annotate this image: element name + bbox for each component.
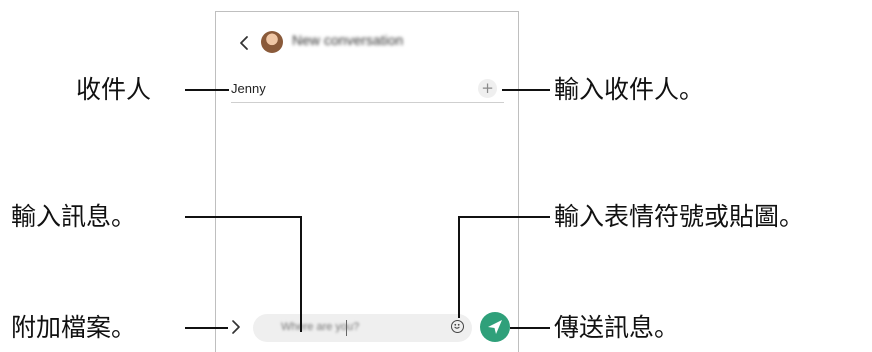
- callout-line-enter-recipient: [502, 89, 550, 91]
- emoji-icon[interactable]: [451, 320, 464, 333]
- back-icon[interactable]: [237, 35, 251, 51]
- send-icon: [488, 320, 502, 334]
- callout-enter-recipient: 輸入收件人。: [554, 75, 705, 104]
- message-input[interactable]: Where are you?: [253, 314, 472, 342]
- callout-recipient: 收件人: [76, 75, 152, 104]
- callout-line-enter-message-v: [300, 216, 302, 332]
- callout-line-enter-emoji-v: [458, 216, 460, 318]
- avatar: [261, 31, 283, 53]
- callout-line-recipient: [185, 89, 229, 91]
- send-button[interactable]: [480, 312, 510, 342]
- text-cursor: [346, 320, 347, 336]
- callout-line-enter-message-h: [185, 216, 302, 218]
- callout-line-enter-emoji-h: [458, 216, 550, 218]
- callout-line-send: [510, 327, 550, 329]
- attach-icon[interactable]: [230, 318, 242, 336]
- callout-line-attach: [185, 327, 228, 329]
- callout-attach: 附加檔案。: [11, 313, 137, 342]
- conversation-title: New conversation: [292, 32, 404, 48]
- callout-enter-emoji: 輸入表情符號或貼圖。: [554, 202, 805, 231]
- callout-send: 傳送訊息。: [554, 313, 680, 342]
- callout-enter-message: 輸入訊息。: [11, 202, 137, 231]
- phone-frame: [215, 11, 519, 352]
- recipient-divider: [231, 102, 504, 103]
- add-recipient-button[interactable]: +: [478, 79, 497, 98]
- message-placeholder: Where are you?: [281, 321, 360, 333]
- recipient-name[interactable]: Jenny: [231, 81, 266, 96]
